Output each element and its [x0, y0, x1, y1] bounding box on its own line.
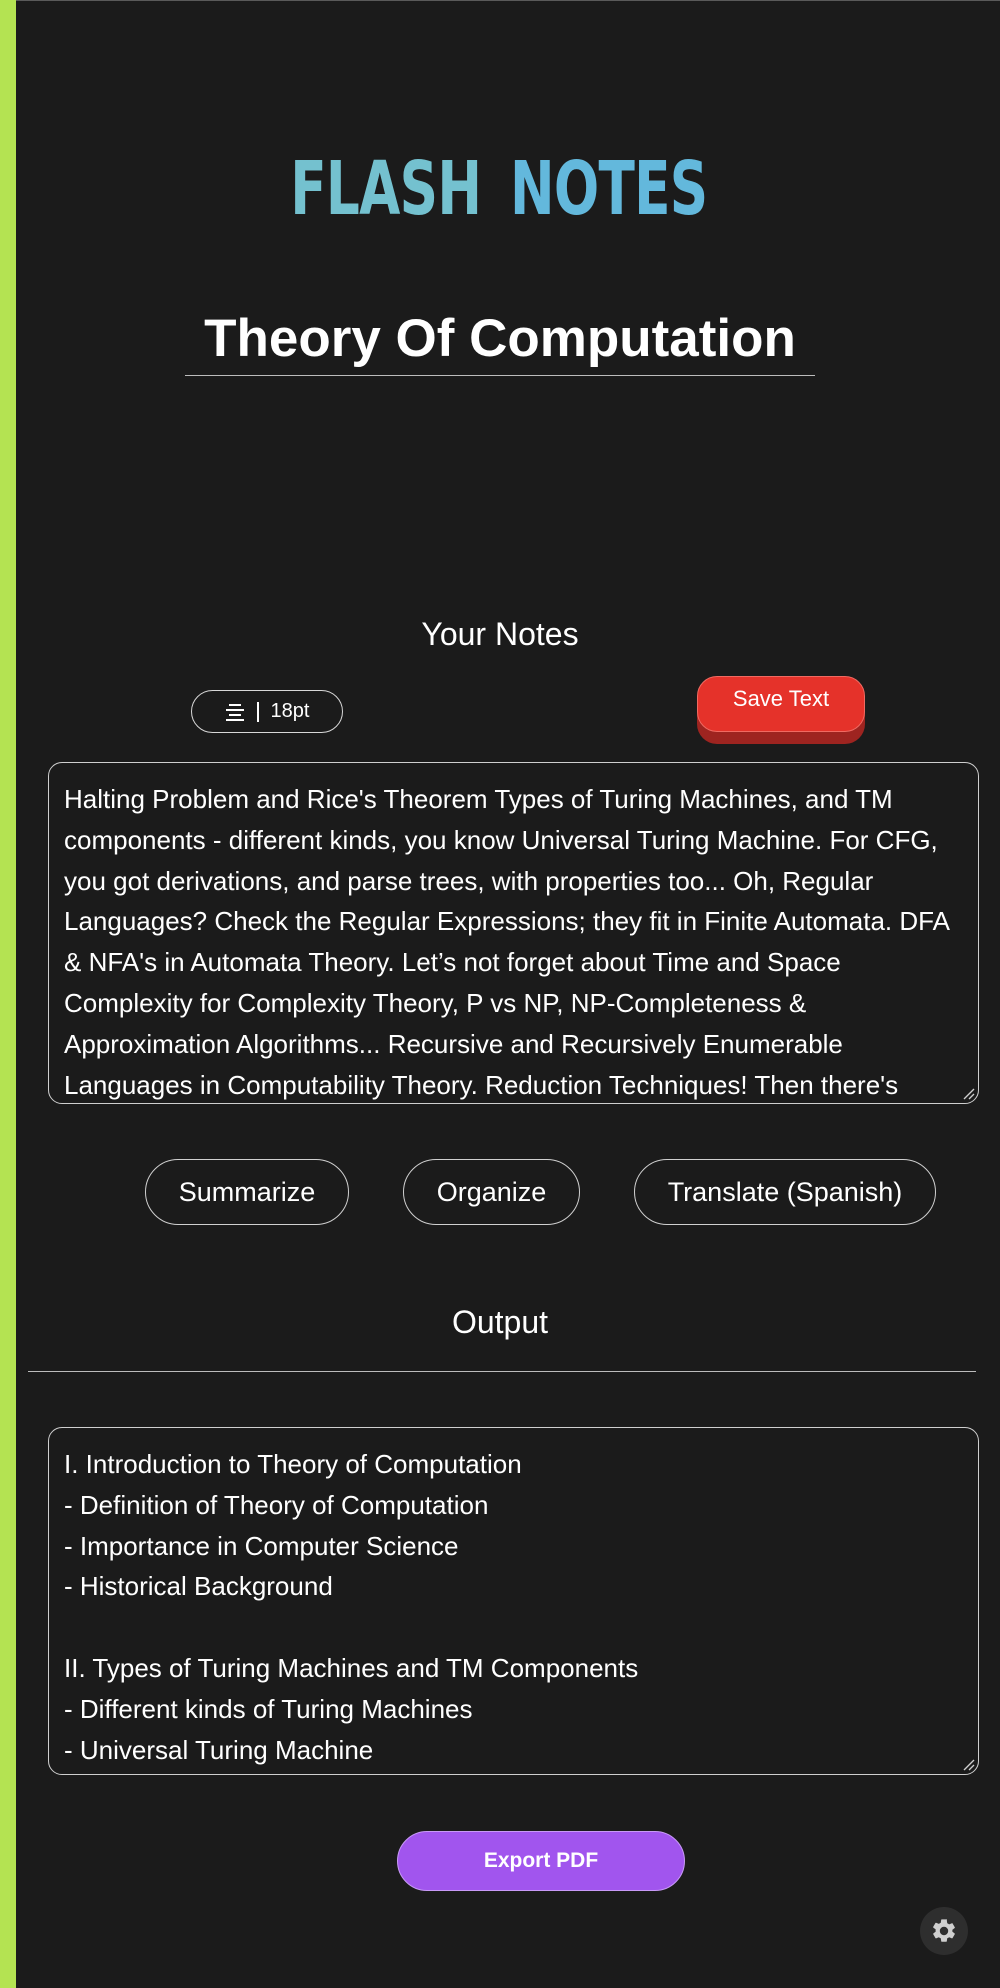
logo-text-flash: FLASH	[290, 146, 483, 232]
output-line: - Definition of Theory of Computation	[64, 1489, 489, 1520]
app-logo: FLASH NOTES	[272, 134, 728, 244]
page-title: Theory Of Computation	[185, 308, 815, 376]
output-line: I. Introduction to Theory of Computation	[64, 1449, 522, 1479]
output-line: - Different kinds of Turing Machines	[64, 1693, 473, 1724]
output-lines: I. Introduction to Theory of Computation…	[64, 1444, 964, 1770]
output-line: - Universal Turing Machine	[64, 1734, 374, 1765]
summarize-button[interactable]: Summarize	[145, 1159, 349, 1225]
output-textarea[interactable]: I. Introduction to Theory of Computation…	[48, 1427, 979, 1775]
organize-button[interactable]: Organize	[403, 1159, 580, 1225]
notes-text: Halting Problem and Rice's Theorem Types…	[64, 784, 949, 1100]
settings-button[interactable]	[920, 1907, 968, 1955]
font-size-separator	[256, 701, 259, 722]
output-divider	[28, 1371, 976, 1372]
gear-icon	[933, 1919, 955, 1942]
output-heading: Output	[451, 1304, 549, 1340]
accent-stripe	[0, 0, 16, 1988]
font-size-label: 18pt	[270, 700, 310, 722]
save-text-button[interactable]: Save Text	[697, 676, 865, 732]
output-line: - Importance in Computer Science	[64, 1530, 459, 1561]
export-pdf-button[interactable]: Export PDF	[397, 1831, 685, 1891]
output-line: - Historical Background	[64, 1571, 333, 1602]
resize-handle-icon[interactable]	[961, 1757, 975, 1771]
notes-textarea[interactable]: Halting Problem and Rice's Theorem Types…	[48, 762, 979, 1104]
notes-heading: Your Notes	[421, 616, 579, 652]
top-border	[0, 0, 1000, 1]
translate-spanish-button[interactable]: Translate (Spanish)	[634, 1159, 936, 1225]
font-size-control[interactable]: 18pt	[191, 690, 343, 733]
resize-handle-icon[interactable]	[961, 1086, 975, 1100]
logo-text-notes: NOTES	[509, 146, 708, 232]
output-line: II. Types of Turing Machines and TM Comp…	[64, 1652, 639, 1683]
text-align-center-icon	[225, 703, 244, 721]
